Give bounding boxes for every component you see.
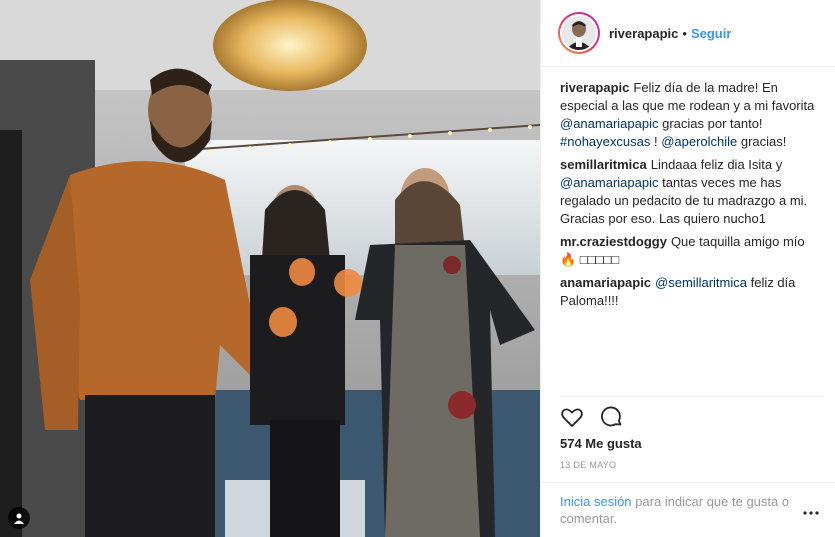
user-tag-icon[interactable]: [8, 507, 30, 529]
post-author-username[interactable]: riverapapic: [609, 26, 678, 41]
post-photo[interactable]: [0, 0, 540, 537]
mention-link[interactable]: @semillaritmica: [655, 275, 747, 290]
separator-dot: •: [682, 25, 687, 41]
comment-text: gracias por tanto!: [658, 116, 763, 131]
heart-icon[interactable]: [560, 405, 584, 429]
action-bar: [560, 396, 823, 435]
post-date: 13 DE MAYO: [560, 460, 617, 470]
avatar-image: [562, 16, 596, 50]
comment-username[interactable]: riverapapic: [560, 80, 629, 95]
hashtag-link[interactable]: #nohayexcusas: [560, 134, 650, 149]
more-options-icon[interactable]: [801, 503, 821, 523]
login-prompt: Inicia sesión para indicar que te gusta …: [541, 482, 835, 537]
follow-button[interactable]: Seguir: [691, 26, 731, 41]
likes-count[interactable]: 574 Me gusta: [560, 436, 642, 451]
mention-link[interactable]: @anamariapapic: [560, 116, 658, 131]
mention-link[interactable]: @aperolchile: [661, 134, 737, 149]
login-link[interactable]: Inicia sesión: [560, 494, 632, 509]
post-header: riverapapic • Seguir: [541, 0, 835, 67]
comments-list: riverapapic Feliz día de la madre! En esp…: [541, 67, 835, 310]
comment: mr.craziestdoggy Que taquilla amigo mío 🔥…: [560, 233, 823, 269]
comment-text: gracias!: [737, 134, 787, 149]
photo-image: [0, 0, 540, 537]
comment: anamariapapic @semillaritmica feliz día P…: [560, 274, 823, 310]
comment-username[interactable]: mr.craziestdoggy: [560, 234, 667, 249]
mention-link[interactable]: @anamariapapic: [560, 175, 658, 190]
post-side-panel: riverapapic • Seguir riverapapic Feliz dí…: [540, 0, 835, 537]
comment-text: !: [650, 134, 662, 149]
comment: semillaritmica Lindaaa feliz dia Isita y …: [560, 156, 823, 228]
comment-icon[interactable]: [600, 405, 624, 429]
comment-username[interactable]: semillaritmica: [560, 157, 647, 172]
comment-text: Lindaaa feliz dia Isita y: [650, 157, 783, 172]
avatar[interactable]: [558, 12, 600, 54]
comment: riverapapic Feliz día de la madre! En esp…: [560, 79, 823, 151]
comment-username[interactable]: anamariapapic: [560, 275, 651, 290]
